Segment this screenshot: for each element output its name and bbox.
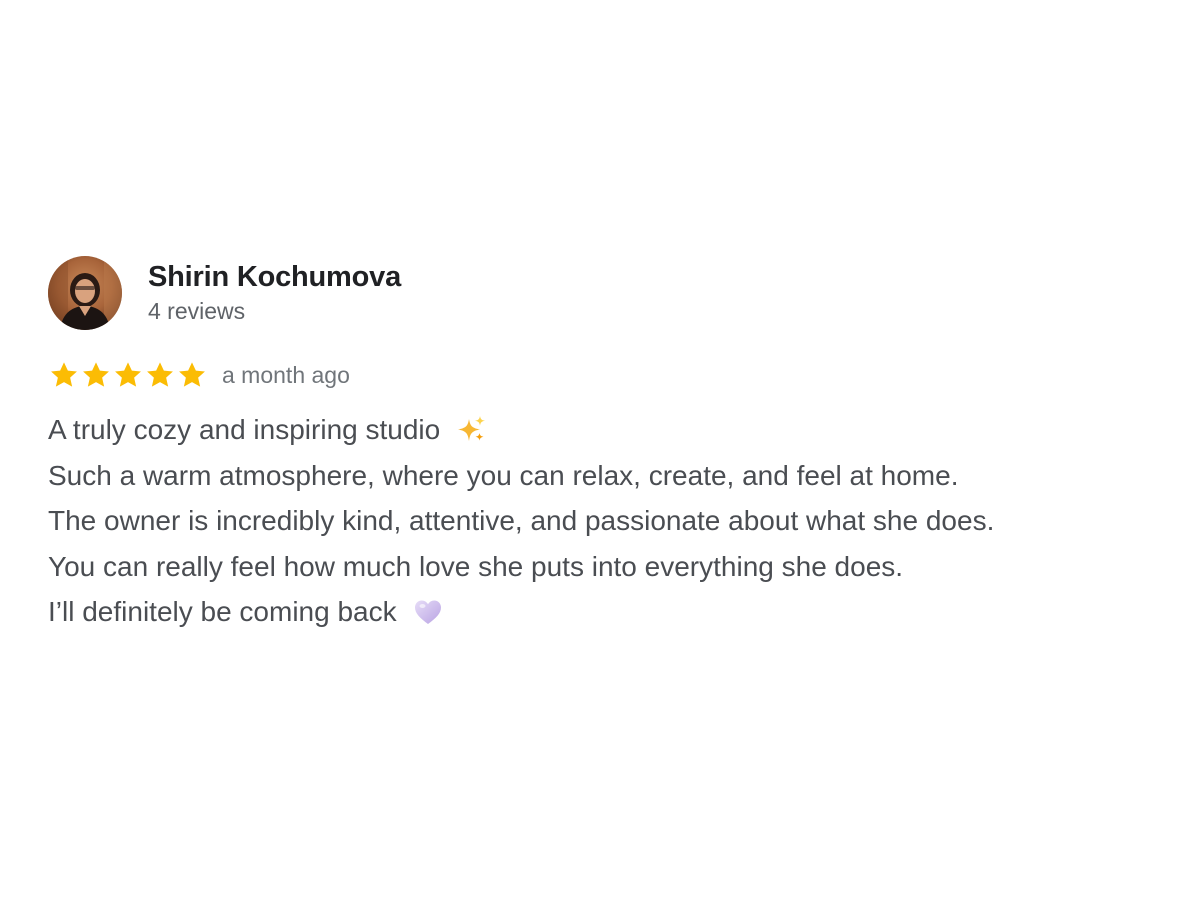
review-line: You can really feel how much love she pu… — [48, 544, 1168, 590]
review-line: A truly cozy and inspiring studio — [48, 407, 1168, 453]
star-icon — [179, 362, 205, 387]
author-info: Shirin Kochumova 4 reviews — [148, 260, 401, 326]
review-card: Shirin Kochumova 4 reviews a month ago A… — [48, 256, 1168, 635]
sparkles-icon — [458, 415, 486, 441]
review-header: Shirin Kochumova 4 reviews — [48, 256, 1168, 330]
review-line-text: A truly cozy and inspiring studio — [48, 414, 441, 445]
purple-heart-icon — [414, 600, 441, 624]
review-line: The owner is incredibly kind, attentive,… — [48, 498, 1168, 544]
star-icon — [115, 362, 141, 387]
review-line-text: Such a warm atmosphere, where you can re… — [48, 459, 959, 491]
review-line-text: I’ll definitely be coming back — [48, 596, 397, 627]
star-icon — [147, 362, 173, 387]
review-line: I’ll definitely be coming back — [48, 589, 1168, 635]
author-review-count[interactable]: 4 reviews — [148, 296, 401, 326]
author-name[interactable]: Shirin Kochumova — [148, 260, 401, 294]
review-line: Such a warm atmosphere, where you can re… — [48, 453, 1168, 499]
star-icon — [83, 362, 109, 387]
review-text: A truly cozy and inspiring studio Such a… — [48, 407, 1168, 635]
avatar-photo — [48, 256, 122, 330]
rating-row: a month ago — [48, 357, 1168, 393]
star-rating — [48, 359, 208, 391]
star-icon — [51, 362, 77, 387]
review-line-text: The owner is incredibly kind, attentive,… — [48, 505, 995, 536]
review-time: a month ago — [222, 362, 350, 388]
avatar[interactable] — [48, 256, 122, 330]
review-line-text: You can really feel how much love she pu… — [48, 550, 904, 582]
